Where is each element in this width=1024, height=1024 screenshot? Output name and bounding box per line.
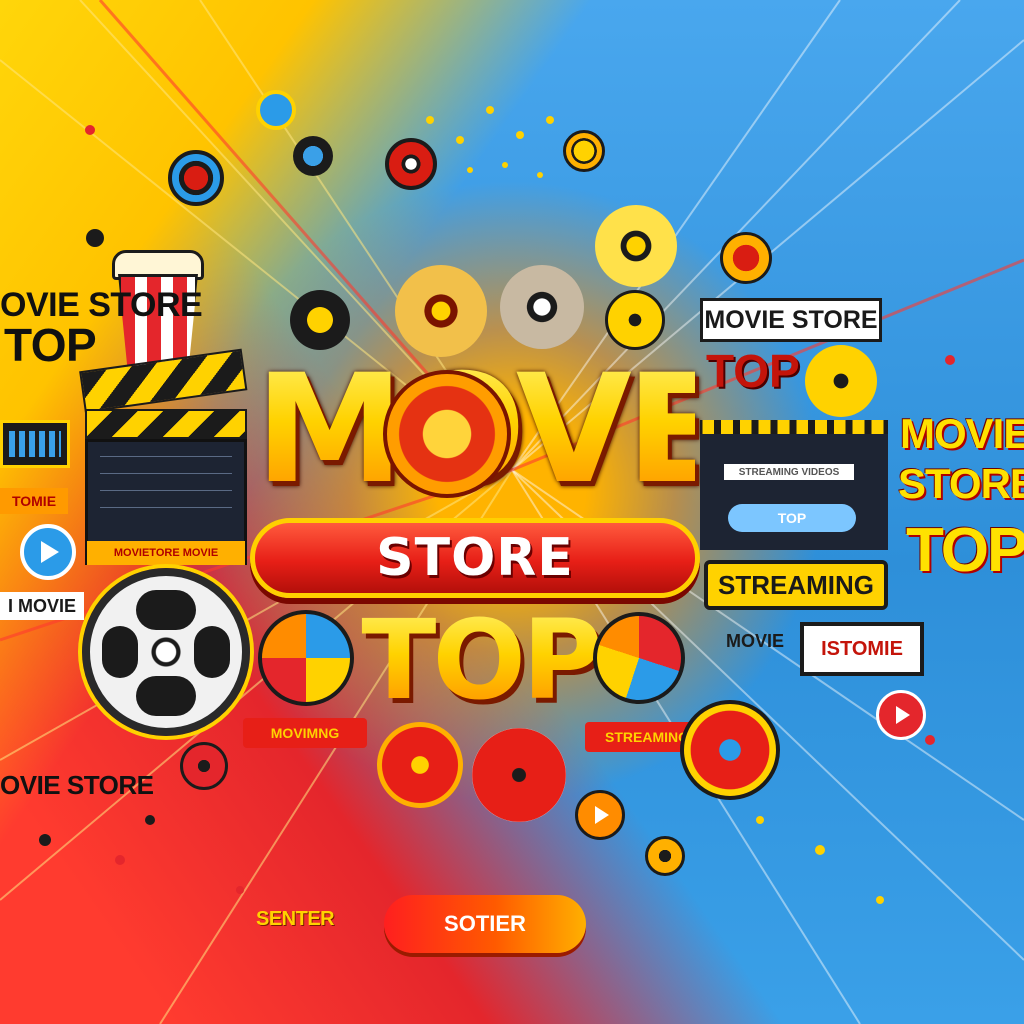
film-reel-icon — [82, 568, 250, 736]
cta-button-label: SOTIER — [444, 911, 526, 936]
right-card: STREAMING VIDEOS TOP — [700, 420, 888, 550]
cta-button[interactable]: SOTIER — [384, 895, 586, 953]
headline-top: TOP — [350, 600, 610, 720]
film-reel-icon — [180, 742, 228, 790]
film-reel-icon — [595, 205, 677, 287]
film-reel-icon — [256, 90, 296, 130]
left-footer-text: OVIE STORE — [0, 770, 154, 800]
left-film-strip — [0, 420, 70, 468]
film-reel-icon — [168, 150, 224, 206]
right-side-line1: MOVIE — [900, 410, 1024, 457]
film-reel-icon — [563, 130, 605, 172]
right-card-line: STREAMING VIDEOS — [724, 464, 854, 480]
left-tag-orange: TOMIE — [0, 488, 68, 514]
film-reel-icon — [720, 232, 772, 284]
film-reel-icon — [500, 265, 584, 349]
right-side-line2: STORE — [898, 460, 1024, 507]
right-small-tag2: ISTOMIE — [800, 622, 924, 676]
film-reel-icon — [383, 370, 511, 498]
film-reel-icon — [645, 836, 685, 876]
right-card-pill[interactable]: TOP — [728, 504, 856, 532]
play-icon[interactable] — [20, 524, 76, 580]
headline-store-band: STORE — [250, 518, 700, 598]
right-card-title: MOVIE STORE — [700, 298, 882, 342]
play-icon[interactable] — [876, 690, 926, 740]
film-reel-icon — [680, 700, 780, 800]
film-reel-icon — [377, 722, 463, 808]
streaming-label: STREAMING — [704, 560, 888, 610]
play-icon[interactable] — [575, 790, 625, 840]
left-tag-movie: I MOVIE — [0, 592, 84, 620]
film-reel-icon — [593, 612, 685, 704]
film-reel-icon — [258, 610, 354, 706]
film-reel-icon — [472, 728, 566, 822]
right-side-line3: TOP — [906, 516, 1024, 585]
right-small-tag1: MOVIE — [725, 630, 784, 651]
film-reel-icon — [290, 290, 350, 350]
bottom-left-ribbon: MOVIMNG — [243, 718, 367, 748]
film-reel-icon — [293, 136, 333, 176]
clapperboard-icon: MOVIETORE MOVIE — [79, 348, 248, 565]
film-reel-icon — [805, 345, 877, 417]
headline-store-text: STORE — [376, 528, 574, 588]
film-reel-icon — [385, 138, 437, 190]
film-reel-icon — [605, 290, 665, 350]
corner-text: SENTER — [256, 908, 335, 930]
left-title-line2: TOP — [4, 319, 97, 371]
right-card-subtitle: TOP — [706, 345, 800, 397]
clapper-label: MOVIETORE MOVIE — [87, 541, 245, 565]
